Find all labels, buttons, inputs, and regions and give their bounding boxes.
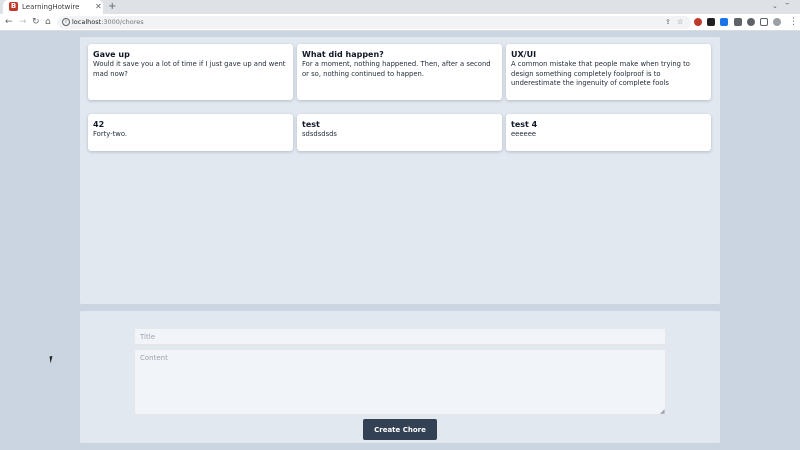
browser-tab[interactable]: B LearningHotwire ✕	[3, 0, 103, 14]
extension-icon[interactable]	[720, 18, 728, 26]
content-textarea[interactable]	[134, 349, 666, 415]
puzzle-extensions-icon[interactable]	[734, 18, 742, 26]
url-host: localhost	[72, 18, 102, 26]
chore-card: 42 Forty-two.	[88, 114, 293, 151]
tab-search-icon[interactable]: ⌄	[772, 2, 778, 10]
chores-list: Gave up Would it save you a lot of time …	[80, 37, 720, 304]
new-tab-button[interactable]: +	[108, 0, 116, 14]
chore-content: sdsdsdsds	[302, 130, 337, 138]
chore-title: test	[302, 120, 320, 129]
home-icon[interactable]: ⌂	[45, 15, 51, 29]
reload-icon[interactable]: ↻	[32, 15, 40, 29]
media-icon[interactable]	[747, 18, 755, 26]
title-input[interactable]	[134, 328, 666, 345]
chore-card: test sdsdsdsds	[297, 114, 502, 151]
chore-title: UX/UI	[511, 50, 537, 59]
extension-icon[interactable]	[694, 18, 702, 26]
chore-content: A common mistake that people make when t…	[511, 60, 690, 87]
chore-content: eeeeee	[511, 130, 537, 138]
share-icon[interactable]: ⇪	[665, 16, 671, 29]
new-chore-form: ◢ Create Chore	[80, 311, 720, 443]
url-text: localhost:3000/chores	[72, 16, 144, 29]
browser-toolbar: ← → ↻ ⌂ i localhost:3000/chores ⇪ ☆ ⋮	[0, 14, 800, 31]
close-tab-icon[interactable]: ✕	[95, 1, 102, 13]
create-chore-button[interactable]: Create Chore	[363, 419, 437, 440]
browser-tabstrip: B LearningHotwire ✕ + ⌄ –	[0, 0, 800, 14]
chore-content: Would it save you a lot of time if I jus…	[93, 60, 286, 78]
profile-avatar-icon[interactable]	[773, 18, 781, 26]
tab-title: LearningHotwire	[22, 3, 80, 11]
chore-card: What did happen? For a moment, nothing h…	[297, 44, 502, 100]
minimize-window-icon[interactable]: –	[785, 0, 790, 9]
url-path: :3000/chores	[101, 18, 144, 26]
chore-card: UX/UI A common mistake that people make …	[506, 44, 711, 100]
chore-title: Gave up	[93, 50, 130, 59]
chore-title: 42	[93, 120, 105, 129]
bookmark-star-icon[interactable]: ☆	[677, 16, 683, 29]
page-content: Gave up Would it save you a lot of time …	[0, 31, 800, 450]
resize-handle-icon[interactable]: ◢	[660, 409, 665, 415]
chore-card: test 4 eeeeee	[506, 114, 711, 151]
chore-title: test 4	[511, 120, 538, 129]
back-icon[interactable]: ←	[5, 15, 13, 29]
mouse-cursor-icon	[49, 355, 57, 364]
chore-content: For a moment, nothing happened. Then, af…	[302, 60, 491, 78]
favicon-icon: B	[9, 2, 18, 11]
address-bar[interactable]: i localhost:3000/chores ⇪ ☆	[57, 16, 691, 29]
chore-title: What did happen?	[302, 50, 384, 59]
browser-menu-icon[interactable]: ⋮	[789, 15, 798, 29]
chore-content: Forty-two.	[93, 130, 128, 138]
extension-icon[interactable]	[707, 18, 715, 26]
site-info-icon[interactable]: i	[62, 18, 70, 26]
chore-card: Gave up Would it save you a lot of time …	[88, 44, 293, 100]
forward-icon[interactable]: →	[19, 15, 27, 29]
side-panel-icon[interactable]	[760, 18, 768, 26]
